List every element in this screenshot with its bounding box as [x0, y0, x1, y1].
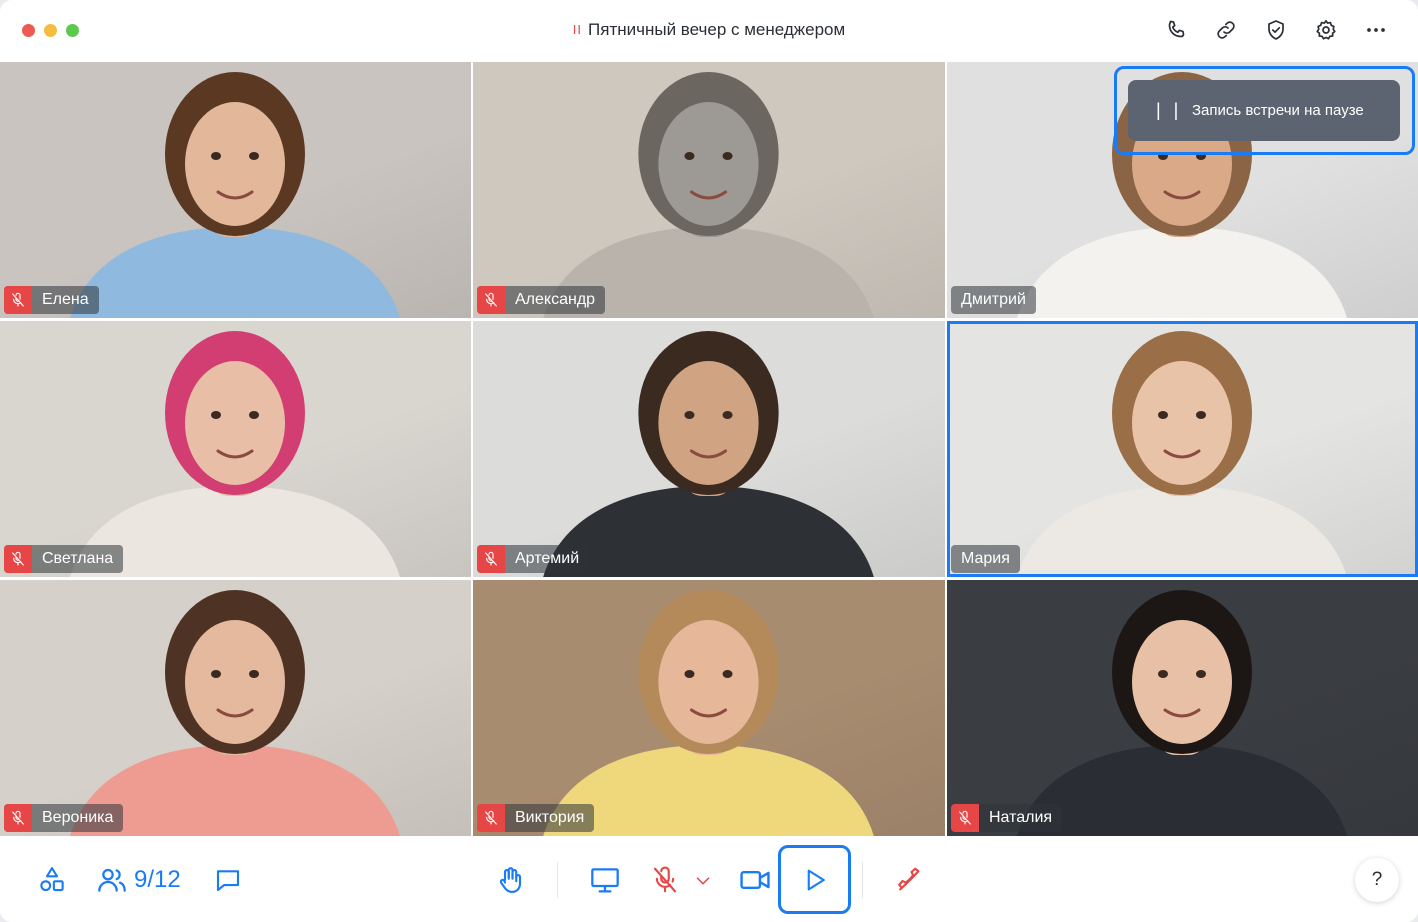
participant-tile[interactable]: Наталия	[947, 580, 1418, 836]
recording-paused-banner-highlight: | | Запись встречи на паузе	[1114, 66, 1415, 155]
link-icon	[1217, 21, 1235, 39]
video-camera-icon	[740, 871, 770, 889]
participant-name: Вероника	[42, 809, 114, 826]
participant-name: Светлана	[42, 550, 114, 567]
people-icon	[98, 868, 126, 892]
recording-paused-text: Запись встречи на паузе	[1192, 102, 1364, 119]
recording-paused-banner: | | Запись встречи на паузе	[1128, 80, 1400, 141]
settings-button[interactable]	[1312, 16, 1340, 44]
chat-icon	[216, 870, 240, 892]
copy-link-button[interactable]	[1212, 16, 1240, 44]
meeting-title-text: Пятничный вечер с менеджером	[588, 20, 846, 39]
participant-video	[70, 331, 400, 577]
play-icon	[807, 869, 825, 890]
header-actions	[1162, 16, 1390, 44]
participant-nameplate: Александр	[477, 286, 606, 314]
participant-nameplate: Наталия	[951, 804, 1063, 832]
hang-up-icon	[898, 867, 920, 891]
participant-tile[interactable]: Мария	[947, 321, 1418, 577]
microphone-muted-icon	[4, 804, 32, 832]
participant-tile[interactable]: Елена	[0, 62, 471, 318]
microphone-muted-icon	[477, 545, 505, 573]
participant-video	[543, 331, 874, 577]
gear-icon	[1316, 19, 1336, 40]
microphone-muted-icon	[4, 286, 32, 314]
participant-tile[interactable]: Вероника	[0, 580, 471, 836]
participants-button[interactable]: 9/12	[96, 862, 181, 898]
shapes-icon	[40, 867, 64, 892]
participant-tile[interactable]: Артемий	[473, 321, 945, 577]
video-grid: Елена Александр Дмитрий Светлана Артемий Мари…	[0, 62, 1418, 836]
apps-button[interactable]	[34, 864, 70, 896]
participant-tile[interactable]: Виктория	[473, 580, 945, 836]
end-call-button[interactable]	[890, 862, 928, 898]
participants-count: 9/12	[134, 866, 181, 893]
pause-icon: | |	[1156, 100, 1183, 120]
participant-name: Виктория	[515, 809, 585, 826]
phone-icon	[1168, 20, 1185, 38]
monitor-icon	[591, 868, 619, 893]
participant-name: Александр	[515, 291, 596, 308]
microphone-muted-icon	[4, 545, 32, 573]
microphone-toggle-button[interactable]	[646, 862, 684, 898]
participant-tile[interactable]: Светлана	[0, 321, 471, 577]
microphone-muted-icon	[477, 286, 505, 314]
participant-video	[70, 590, 400, 836]
call-toolbar: 9/12 ?	[0, 836, 1418, 922]
participant-nameplate: Мария	[951, 545, 1020, 573]
microphone-muted-icon	[951, 804, 979, 832]
participant-name: Елена	[42, 291, 89, 308]
microphone-options-button[interactable]	[690, 868, 716, 894]
shield-icon	[1268, 20, 1284, 40]
more-button[interactable]	[1362, 16, 1390, 44]
participant-nameplate: Дмитрий	[951, 286, 1036, 314]
meeting-window: II Пятничный вечер с менеджером Елена Алек…	[0, 0, 1418, 922]
toolbar-divider	[862, 862, 863, 898]
participant-tile[interactable]: Александр	[473, 62, 945, 318]
participant-nameplate: Артемий	[477, 545, 590, 573]
title-bar: II Пятничный вечер с менеджером	[0, 0, 1418, 62]
participant-nameplate: Елена	[4, 286, 99, 314]
help-button[interactable]: ?	[1355, 858, 1399, 902]
participant-name: Дмитрий	[961, 291, 1026, 308]
participant-nameplate: Виктория	[477, 804, 595, 832]
participant-nameplate: Вероника	[4, 804, 124, 832]
participant-video	[1017, 331, 1347, 577]
camera-toggle-button[interactable]	[736, 862, 774, 898]
participant-video	[543, 72, 874, 318]
participant-nameplate: Светлана	[4, 545, 124, 573]
phone-button[interactable]	[1162, 16, 1190, 44]
chevron-down-icon	[696, 877, 710, 885]
resume-recording-button[interactable]	[778, 845, 851, 914]
microphone-off-icon	[653, 866, 677, 893]
raise-hand-button[interactable]	[492, 862, 528, 898]
hand-icon	[499, 867, 522, 893]
participant-name: Мария	[961, 550, 1010, 567]
microphone-muted-icon	[477, 804, 505, 832]
security-button[interactable]	[1262, 16, 1290, 44]
participant-video	[543, 590, 874, 836]
participant-video	[70, 72, 400, 318]
toolbar-divider	[557, 862, 558, 898]
recording-paused-indicator: II	[572, 22, 583, 37]
chat-button[interactable]	[210, 864, 246, 896]
participant-name: Наталия	[989, 809, 1053, 826]
participant-name: Артемий	[515, 550, 580, 567]
screen-share-button[interactable]	[586, 862, 624, 898]
participant-video	[1017, 590, 1347, 836]
more-icon	[1367, 28, 1385, 32]
